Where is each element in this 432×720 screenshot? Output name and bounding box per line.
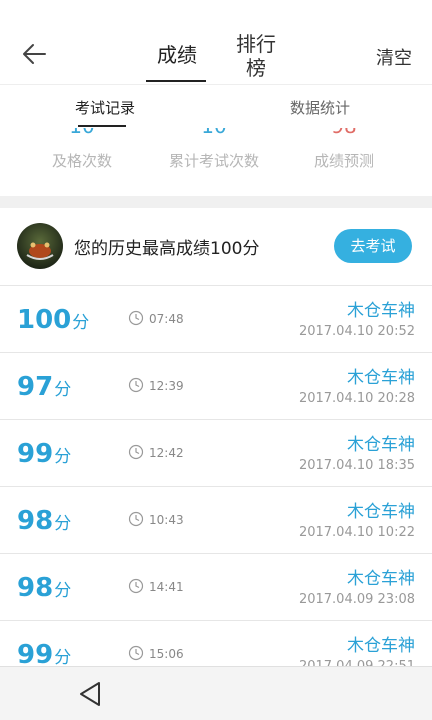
system-navigation-bar	[0, 666, 432, 720]
record-score-value: 98	[17, 506, 54, 536]
list-item[interactable]: 98分 14:41 木仓车神 2017.04.09 23:08	[0, 554, 432, 621]
record-score-unit: 分	[54, 648, 72, 666]
clock-icon	[128, 578, 144, 594]
record-score-unit: 分	[54, 514, 72, 534]
record-date: 2017.04.10 18:35	[298, 458, 415, 473]
record-user-name: 木仓车神	[347, 435, 415, 455]
record-user-name: 木仓车神	[347, 502, 415, 522]
record-date: 2017.04.10 20:52	[298, 324, 415, 339]
record-score-unit: 分	[72, 313, 90, 333]
stat-label: 累计考试次数	[168, 152, 259, 170]
avatar[interactable]	[17, 223, 63, 269]
record-score: 100分	[17, 306, 89, 337]
stats-panel: 10 及格次数 10 累计考试次数 98 成绩预测	[0, 128, 432, 196]
record-duration: 12:39	[149, 379, 184, 393]
record-score: 97分	[17, 373, 71, 404]
clear-button[interactable]: 清空	[376, 44, 412, 70]
record-date: 2017.04.09 22:51	[299, 659, 415, 666]
record-duration: 12:42	[149, 446, 184, 460]
record-score-value: 99	[17, 640, 54, 666]
tab-leaderboard[interactable]: 排行榜	[228, 32, 284, 80]
avatar-image	[17, 223, 63, 269]
record-score-unit: 分	[54, 447, 72, 467]
record-score-value: 98	[17, 573, 54, 603]
record-duration: 10:43	[149, 513, 184, 527]
section-divider	[0, 196, 432, 208]
best-score-row: 您的历史最高成绩100分 去考试	[0, 208, 432, 286]
clock-icon	[128, 444, 144, 460]
record-score-value: 99	[17, 439, 54, 469]
tab-exam-records[interactable]: 考试记录	[75, 97, 135, 118]
record-duration: 15:06	[149, 647, 184, 661]
record-date: 2017.04.09 23:08	[298, 592, 415, 607]
arrow-left-icon	[23, 44, 46, 64]
list-item[interactable]: 97分 12:39 木仓车神 2017.04.10 20:28	[0, 353, 432, 420]
stat-value: 10	[154, 128, 274, 136]
stat-label: 成绩预测	[313, 152, 374, 170]
record-score-value: 97	[17, 372, 54, 402]
record-score-value: 100	[17, 305, 72, 335]
record-user-name: 木仓车神	[347, 569, 415, 589]
tab-active-indicator	[146, 80, 206, 82]
clock-icon	[128, 377, 144, 393]
record-score: 99分	[17, 440, 71, 471]
sub-tab-active-indicator	[78, 125, 126, 127]
stat-total-exams: 10 累计考试次数	[154, 128, 274, 171]
list-item[interactable]: 98分 10:43 木仓车神 2017.04.10 10:22	[0, 487, 432, 554]
record-score: 98分	[17, 507, 71, 538]
record-duration: 07:48	[149, 312, 184, 326]
sub-tab-bar: 考试记录 数据统计	[0, 84, 432, 128]
list-item[interactable]: 99分 15:06 木仓车神 2017.04.09 22:51	[0, 621, 432, 666]
record-user-name: 木仓车神	[347, 636, 415, 656]
list-item[interactable]: 99分 12:42 木仓车神 2017.04.10 18:35	[0, 420, 432, 487]
tab-scores[interactable]: 成绩	[152, 43, 202, 67]
record-duration: 14:41	[149, 580, 184, 594]
list-item[interactable]: 100分 07:48 木仓车神 2017.04.10 20:52	[0, 286, 432, 353]
stat-value: 10	[22, 128, 142, 136]
stat-value: 98	[284, 128, 404, 136]
record-score-unit: 分	[54, 581, 72, 601]
back-button[interactable]	[18, 40, 50, 68]
record-user-name: 木仓车神	[347, 368, 415, 388]
record-score: 98分	[17, 574, 71, 605]
stat-pass-count: 10 及格次数	[22, 128, 142, 171]
record-score-unit: 分	[54, 380, 72, 400]
nav-back-icon[interactable]	[77, 680, 103, 708]
stat-score-prediction: 98 成绩预测	[284, 128, 404, 171]
clock-icon	[128, 645, 144, 661]
record-user-name: 木仓车神	[347, 301, 415, 321]
record-date: 2017.04.10 20:28	[298, 391, 415, 406]
record-score: 99分	[17, 641, 71, 666]
clock-icon	[128, 310, 144, 326]
tab-data-statistics[interactable]: 数据统计	[290, 97, 350, 118]
clock-icon	[128, 511, 144, 527]
best-score-text: 您的历史最高成绩100分	[74, 239, 260, 259]
stat-label: 及格次数	[51, 152, 112, 170]
record-date: 2017.04.10 10:22	[298, 525, 415, 540]
top-app-bar: 成绩 排行榜 清空	[0, 20, 432, 84]
take-exam-button[interactable]: 去考试	[334, 229, 412, 263]
exam-record-list: 100分 07:48 木仓车神 2017.04.10 20:52 97分 12:39 木仓车…	[0, 286, 432, 666]
status-bar	[0, 0, 432, 20]
